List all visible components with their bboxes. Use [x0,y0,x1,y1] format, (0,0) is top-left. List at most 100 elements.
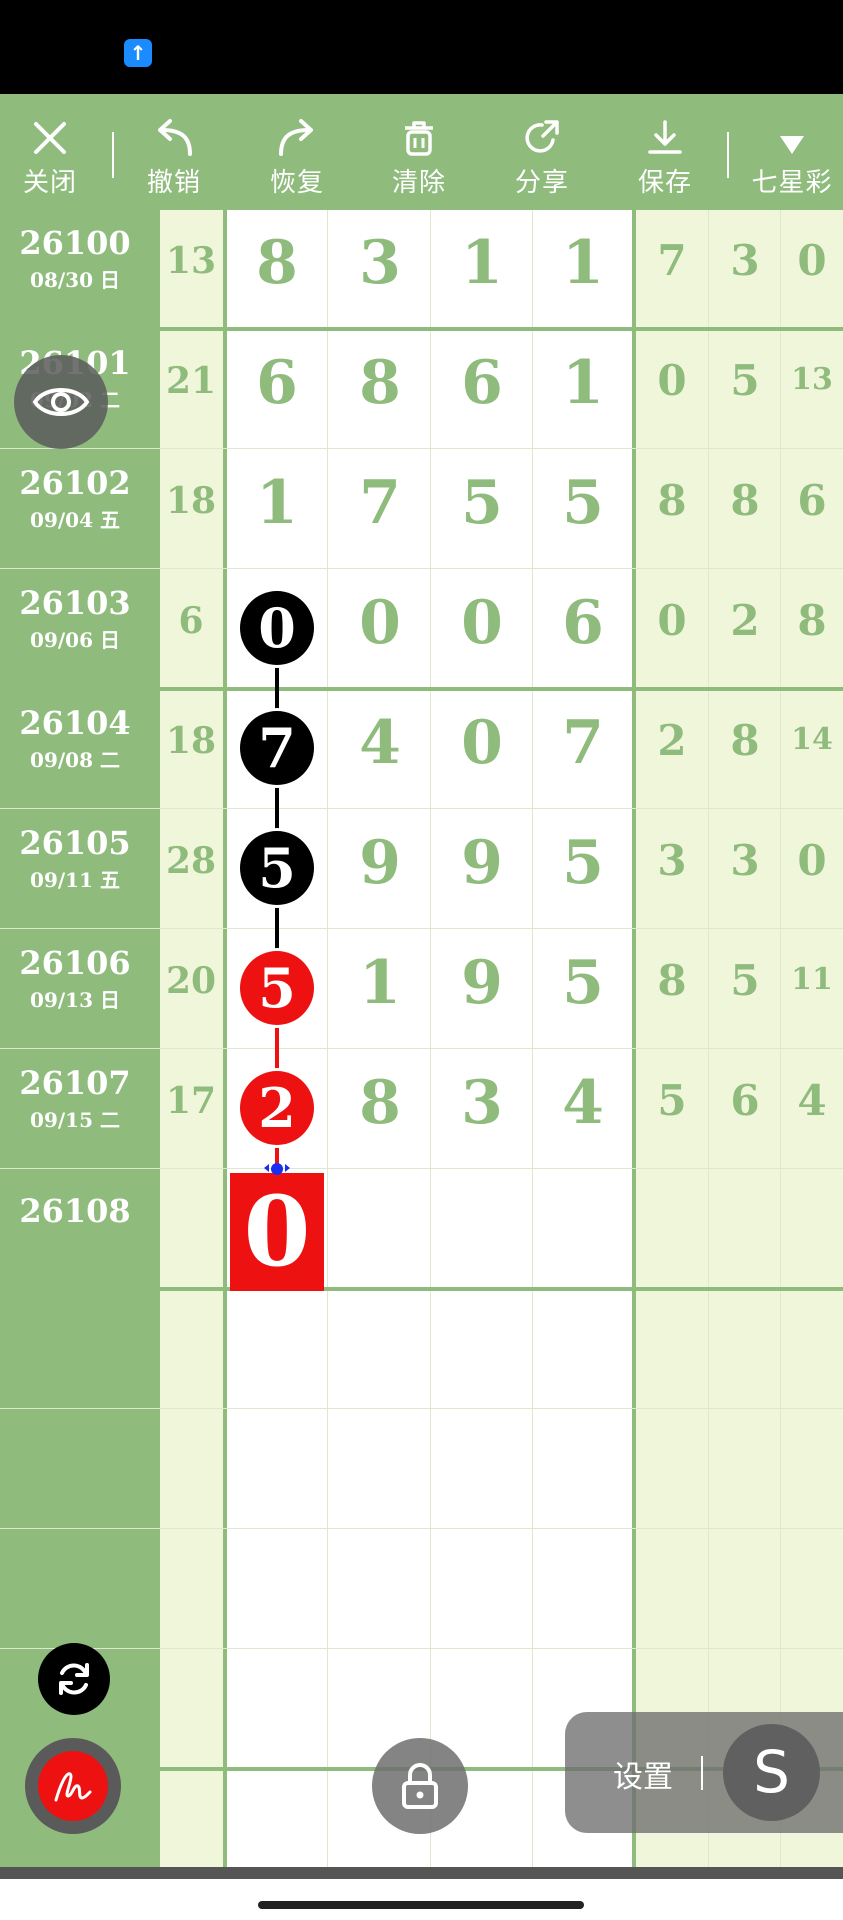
issue-date: 09/06 日 [30,628,120,652]
stat-value: 3 [730,836,760,885]
signature-icon [38,1751,108,1821]
grid-hline [0,1648,843,1649]
triangle-down-icon [744,102,840,158]
share-icon [502,102,582,158]
digit-cell[interactable]: 0 [432,588,532,658]
digit-cell[interactable]: 3 [330,228,430,298]
grid-hline [0,1168,843,1169]
share-button[interactable]: 分享 [502,94,582,210]
close-label: 关闭 [22,168,77,198]
settings-divider [701,1756,703,1790]
digit-cell[interactable]: 4 [534,1068,632,1138]
grid-hline [0,448,843,449]
close-button[interactable]: 关闭 [10,94,90,210]
issue-number: 26102 [19,464,131,502]
sum-value: 18 [165,480,217,522]
issue-date: 08/30 日 [30,268,120,292]
digit-cell[interactable]: 8 [227,228,327,298]
highlight-ball[interactable]: 5 [240,831,314,905]
grid-hline [0,687,843,691]
sum-value: 21 [165,360,217,402]
redo-icon [257,102,337,158]
home-indicator[interactable] [258,1901,584,1909]
digit-cell[interactable]: 0 [432,708,532,778]
digit-cell[interactable]: 6 [432,348,532,418]
highlight-ball[interactable]: 2 [240,1071,314,1145]
refresh-button[interactable] [38,1643,110,1715]
stat-value: 2 [657,716,687,765]
issue-cell: 26100 08/30 日 [0,224,150,293]
bottom-bar [0,1867,843,1920]
stat-value: 8 [797,596,827,645]
issue-column [0,210,157,1867]
highlight-ball[interactable]: 5 [240,951,314,1025]
stat-value: 3 [730,236,760,285]
sum-value: 17 [165,1080,217,1122]
pen-tool-button[interactable] [25,1738,121,1834]
settings-panel[interactable]: 设置 S [565,1712,843,1833]
digit-cell[interactable]: 1 [432,228,532,298]
undo-button[interactable]: 撤销 [134,94,214,210]
issue-cell: 26104 09/08 二 [0,704,150,773]
clear-button[interactable]: 清除 [379,94,459,210]
grid-vline [327,210,328,1867]
stat-value: 0 [657,356,687,405]
issue-cell: 26107 09/15 二 [0,1064,150,1133]
s-logo-icon[interactable]: S [723,1724,820,1821]
digit-cell[interactable]: 0 [330,588,430,658]
grid-hline [0,808,843,809]
digit-cell[interactable]: 9 [330,828,430,898]
trend-chart-grid[interactable]: 2610008/30 日1383117302610109/02 二2168610… [0,210,843,1867]
stat-value: 8 [657,956,687,1005]
issue-cell: 26105 09/11 五 [0,824,150,893]
current-pick-box[interactable]: 0 [230,1173,324,1291]
visibility-toggle-button[interactable] [14,355,108,449]
digit-cell[interactable]: 8 [330,1068,430,1138]
stat-value: 4 [797,1076,827,1125]
drag-handle-icon[interactable] [262,1160,292,1175]
issue-cell: 26103 09/06 日 [0,584,150,653]
stat-value: 3 [657,836,687,885]
digit-cell[interactable]: 5 [534,828,632,898]
digit-cell[interactable]: 7 [330,468,430,538]
grid-vline [632,210,636,1867]
stat-value: 2 [730,596,760,645]
grid-vline [157,210,160,1867]
issue-number: 26103 [19,584,131,622]
lock-button[interactable] [372,1738,468,1834]
digit-cell[interactable]: 7 [534,708,632,778]
save-button[interactable]: 保存 [625,94,705,210]
lottery-type-dropdown[interactable]: 七星彩 [744,94,840,210]
digit-cell[interactable]: 5 [534,948,632,1018]
highlight-ball[interactable]: 7 [240,711,314,785]
sum-value: 13 [165,240,217,282]
digit-cell[interactable]: 9 [432,828,532,898]
sum-value: 6 [178,600,204,642]
digit-cell[interactable]: 5 [534,468,632,538]
stat-value: 6 [797,476,827,525]
redo-button[interactable]: 恢复 [257,94,337,210]
digit-cell[interactable]: 3 [432,1068,532,1138]
issue-number: 26100 [19,224,131,262]
digit-cell[interactable]: 4 [330,708,430,778]
stat-value: 7 [657,236,687,285]
digit-cell[interactable]: 6 [534,588,632,658]
upload-notification-icon: ↑ [124,39,152,67]
digit-cell[interactable]: 9 [432,948,532,1018]
issue-cell: 26106 09/13 日 [0,944,150,1013]
clear-label: 清除 [391,168,446,198]
digit-cell[interactable]: 5 [432,468,532,538]
highlight-ball[interactable]: 0 [240,591,314,665]
redo-label: 恢复 [269,168,324,198]
digit-cell[interactable]: 1 [534,228,632,298]
settings-label[interactable]: 设置 [613,1752,673,1796]
grid-vline [780,210,781,1867]
stat-value: 8 [730,716,760,765]
digit-cell[interactable]: 1 [227,468,327,538]
digit-cell[interactable]: 8 [330,348,430,418]
undo-label: 撤销 [146,168,201,198]
refresh-icon [59,1663,89,1695]
digit-cell[interactable]: 1 [534,348,632,418]
digit-cell[interactable]: 6 [227,348,327,418]
digit-cell[interactable]: 1 [330,948,430,1018]
